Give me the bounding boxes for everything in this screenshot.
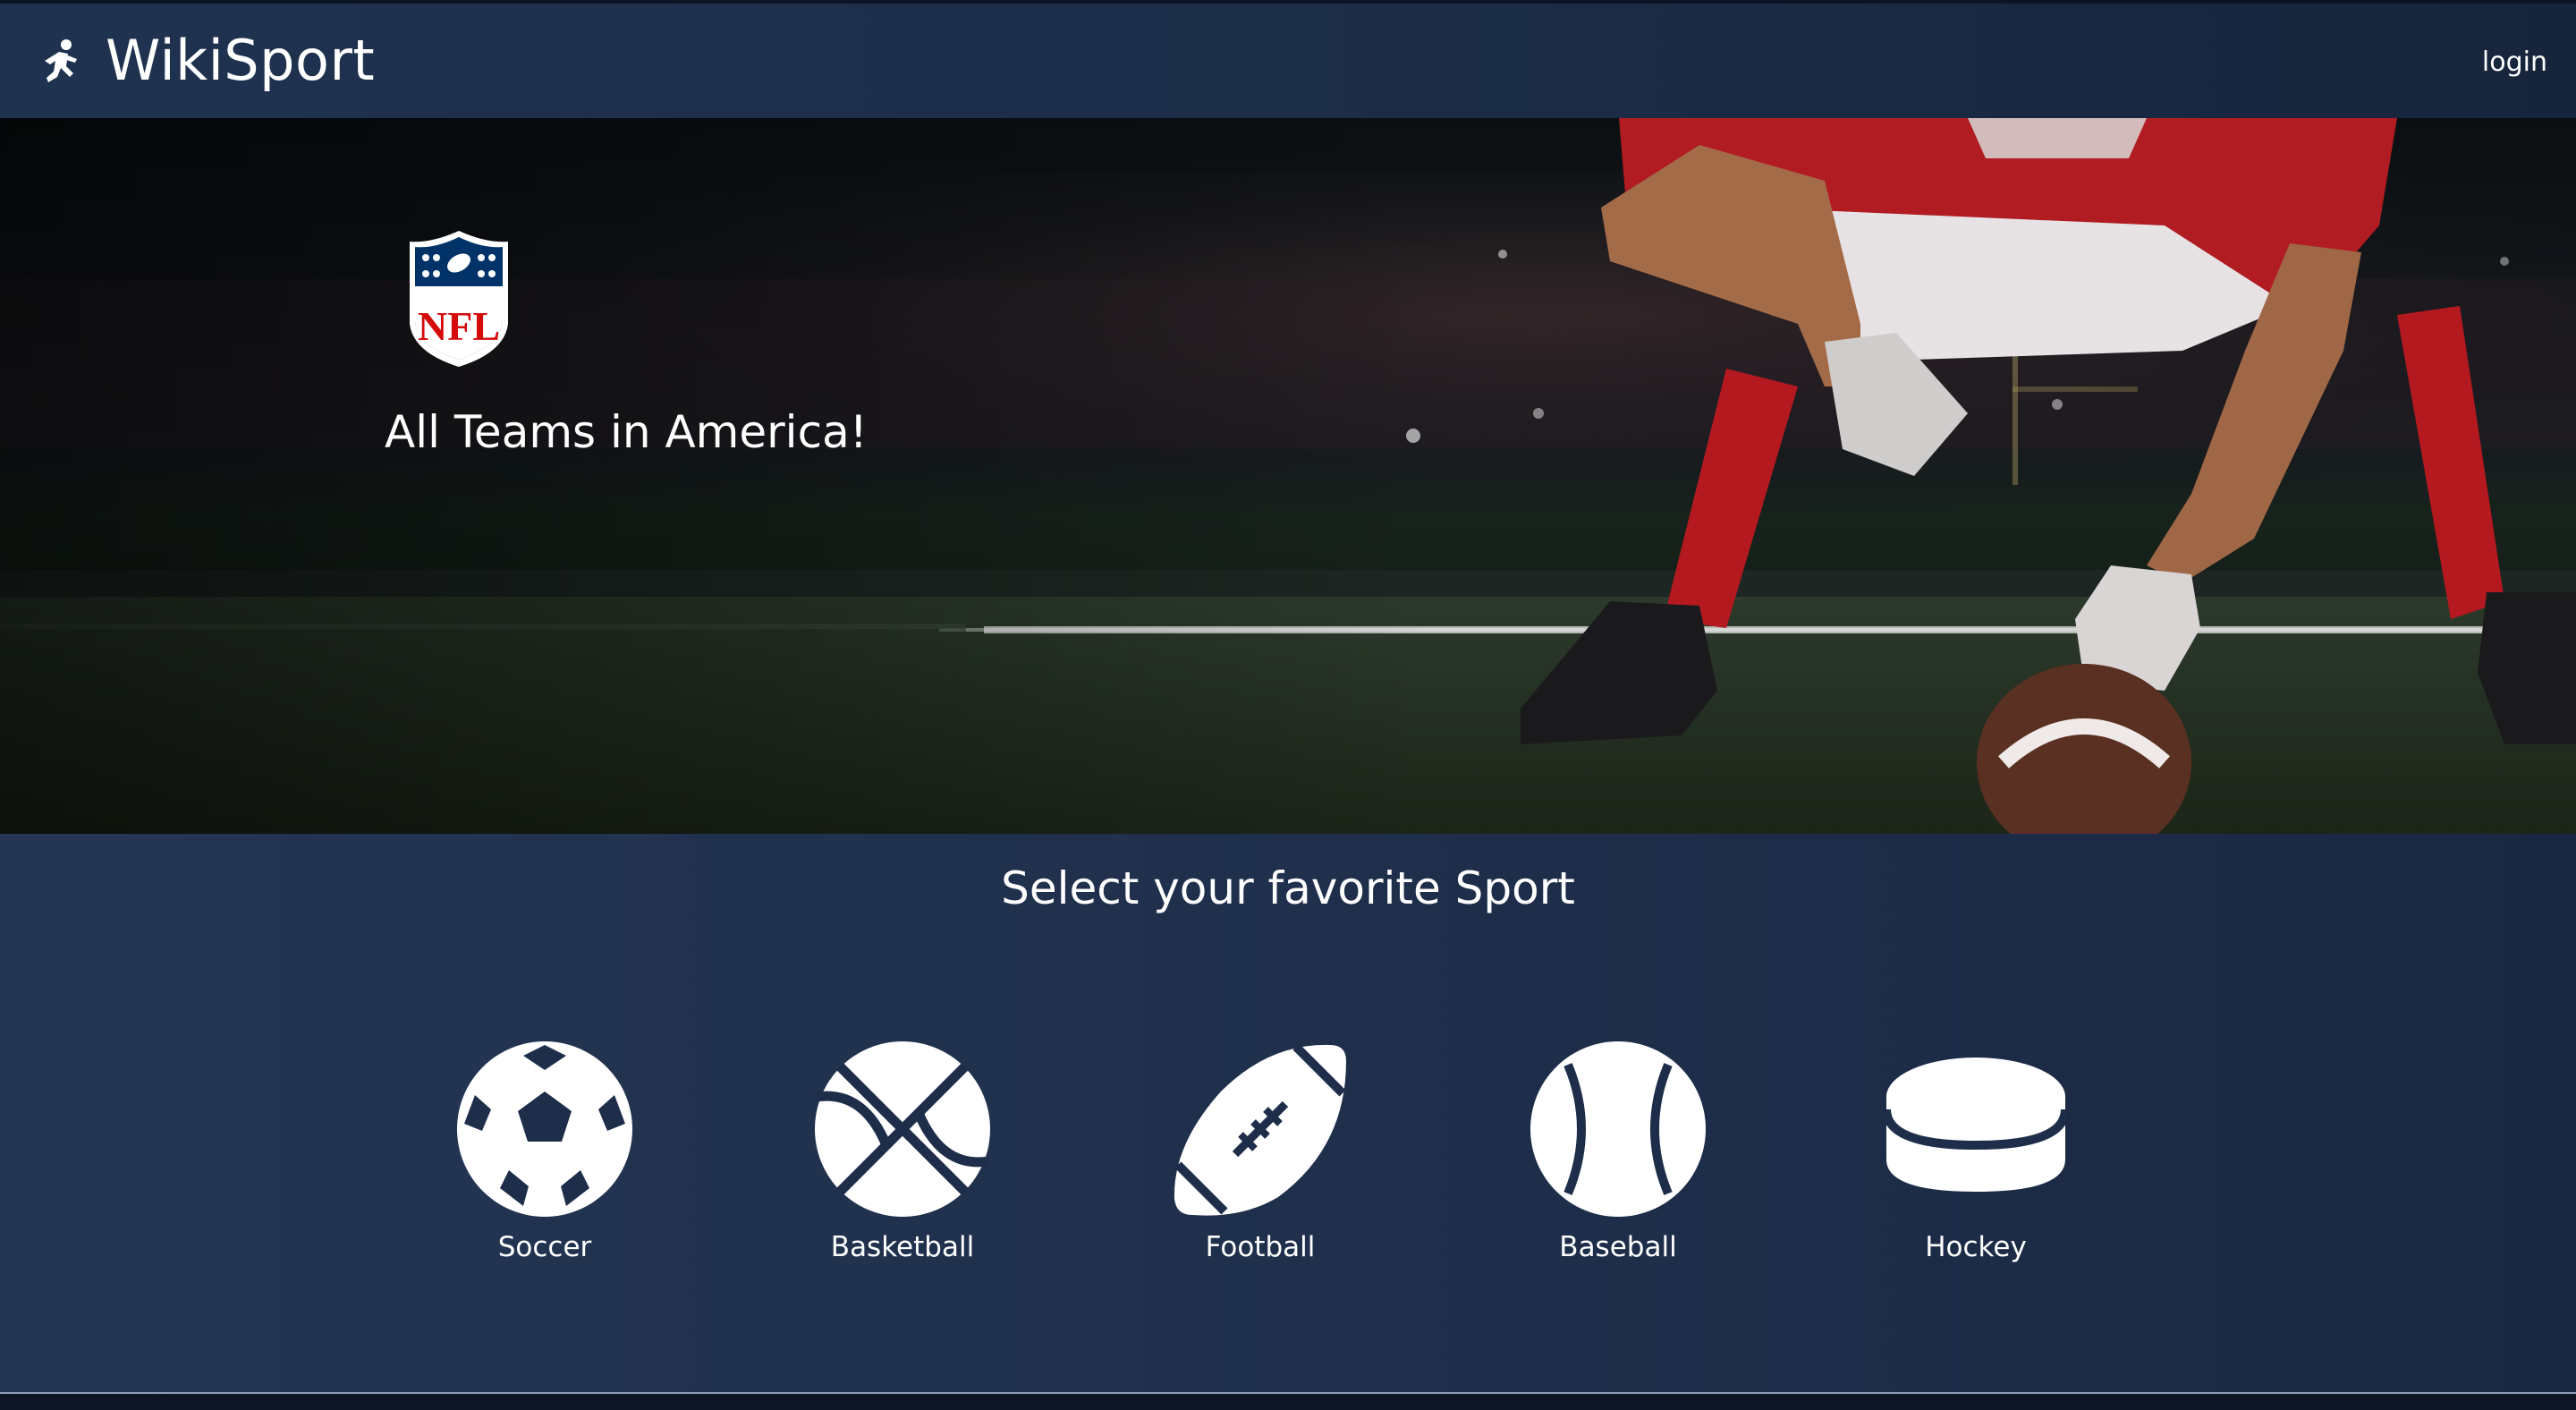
page-bottom-border bbox=[0, 1392, 2576, 1410]
sport-label: Hockey bbox=[1925, 1231, 2027, 1263]
sports-section: Select your favorite Sport Soccer Basket… bbox=[0, 834, 2576, 1392]
sport-label: Baseball bbox=[1559, 1231, 1677, 1263]
hockey-puck-icon bbox=[1886, 1058, 2065, 1192]
nfl-logo: NFL bbox=[410, 231, 508, 367]
sport-label: Soccer bbox=[497, 1231, 592, 1263]
svg-text:NFL: NFL bbox=[418, 303, 500, 349]
baseball-icon bbox=[1530, 1041, 1706, 1217]
soccer-ball-icon bbox=[457, 1041, 632, 1217]
hero-banner: NFL All Teams in America! bbox=[0, 118, 2576, 834]
brand-name[interactable]: WikiSport bbox=[106, 25, 375, 97]
football-icon bbox=[1174, 1043, 1346, 1216]
navbar: WikiSport login bbox=[0, 4, 2576, 118]
basketball-icon bbox=[815, 1041, 990, 1217]
hero-background-image bbox=[0, 118, 2576, 834]
sport-card-baseball[interactable]: Baseball bbox=[1484, 1040, 1752, 1263]
sport-card-football[interactable]: Football bbox=[1126, 1040, 1394, 1263]
sport-label: Football bbox=[1205, 1231, 1316, 1263]
sport-card-basketball[interactable]: Basketball bbox=[768, 1040, 1037, 1263]
hero-tagline: All Teams in America! bbox=[385, 406, 868, 458]
sports-section-title: Select your favorite Sport bbox=[1001, 862, 1575, 914]
sport-card-hockey[interactable]: Hockey bbox=[1842, 1040, 2110, 1263]
sport-card-soccer[interactable]: Soccer bbox=[411, 1040, 679, 1263]
sport-label: Basketball bbox=[830, 1231, 975, 1263]
running-person-icon bbox=[45, 39, 77, 82]
login-link[interactable]: login bbox=[2482, 43, 2547, 82]
